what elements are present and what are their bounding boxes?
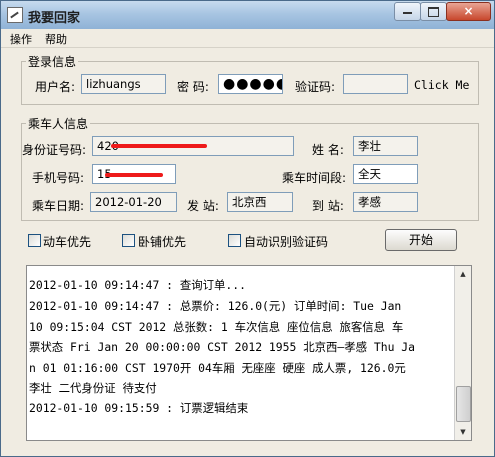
password-label: 密 码: [177,80,209,94]
travel-time-label: 乘车时间段: [282,171,347,185]
main-window: 我要回家 × 操作 帮助 登录信息 用户名: lizhuangs 密 码: ●●… [0,0,495,457]
menu-help[interactable]: 帮助 [45,31,67,47]
maximize-button[interactable] [420,2,447,21]
maximize-icon [428,7,439,17]
log-output[interactable]: 2012-01-10 09:14:47 : 查询订单... 2012-01-10… [26,265,472,441]
minimize-icon [403,12,412,14]
log-line: n 01 01:16:00 CST 1970开 04车厢 无座座 硬座 成人票,… [29,361,406,375]
login-group-title: 登录信息 [26,53,79,70]
password-input[interactable]: ●●●●● [218,74,283,94]
start-button[interactable]: 开始 [385,229,457,251]
from-station-input[interactable]: 北京西 [227,192,293,212]
id-number-label: 身份证号码: [22,143,87,157]
username-input[interactable]: lizhuangs [81,74,166,94]
close-icon: × [463,4,474,18]
name-input[interactable]: 李壮 [353,136,418,156]
auto-captcha-checkbox[interactable] [228,234,241,247]
travel-time-input[interactable]: 全天 [353,164,418,184]
app-icon [7,7,23,23]
from-station-label: 发 站: [187,199,219,213]
log-line: 票状态 Fri Jan 20 00:00:00 CST 2012 1955 北京… [29,340,416,354]
scroll-thumb[interactable] [456,386,471,422]
log-line: 李壮 二代身份证 待支付 [29,381,157,395]
username-label: 用户名: [35,80,76,94]
close-button[interactable]: × [446,2,491,21]
log-line: 2012-01-10 09:14:47 : 总票价: 126.0(元) 订单时间… [29,299,402,313]
scroll-down-icon[interactable]: ▼ [455,424,471,440]
travel-date-input[interactable]: 2012-01-20 [90,192,177,212]
menu-operate[interactable]: 操作 [10,31,32,47]
travel-date-label: 乘车日期: [32,199,85,213]
emu-priority-label[interactable]: 动车优先 [43,233,91,250]
log-line: 2012-01-10 09:15:59 : 订票逻辑结束 [29,401,249,415]
captcha-image-link[interactable]: Click Me [414,78,469,92]
redaction-mark [105,173,163,177]
title-bar[interactable]: 我要回家 × [1,1,494,29]
auto-captcha-label[interactable]: 自动识别验证码 [244,233,328,250]
sleeper-priority-checkbox[interactable] [122,234,135,247]
menu-bar: 操作 帮助 [1,29,494,48]
log-scrollbar[interactable]: ▲ ▼ [454,266,471,440]
window-title: 我要回家 [28,11,81,26]
log-line: 2012-01-10 09:14:47 : 查询订单... [29,278,247,292]
emu-priority-checkbox[interactable] [28,234,41,247]
captcha-input[interactable] [343,74,408,94]
sleeper-priority-label[interactable]: 卧铺优先 [138,233,186,250]
phone-label: 手机号码: [32,171,85,185]
scroll-up-icon[interactable]: ▲ [455,266,471,282]
name-label: 姓 名: [312,143,344,157]
log-line: 10 09:15:04 CST 2012 总张数: 1 车次信息 座位信息 旅客… [29,320,404,334]
minimize-button[interactable] [394,2,421,21]
redaction-mark [111,144,207,148]
to-station-label: 到 站: [312,199,344,213]
passenger-group-title: 乘车人信息 [26,115,91,132]
to-station-input[interactable]: 孝感 [353,192,418,212]
captcha-label: 验证码: [295,80,336,94]
